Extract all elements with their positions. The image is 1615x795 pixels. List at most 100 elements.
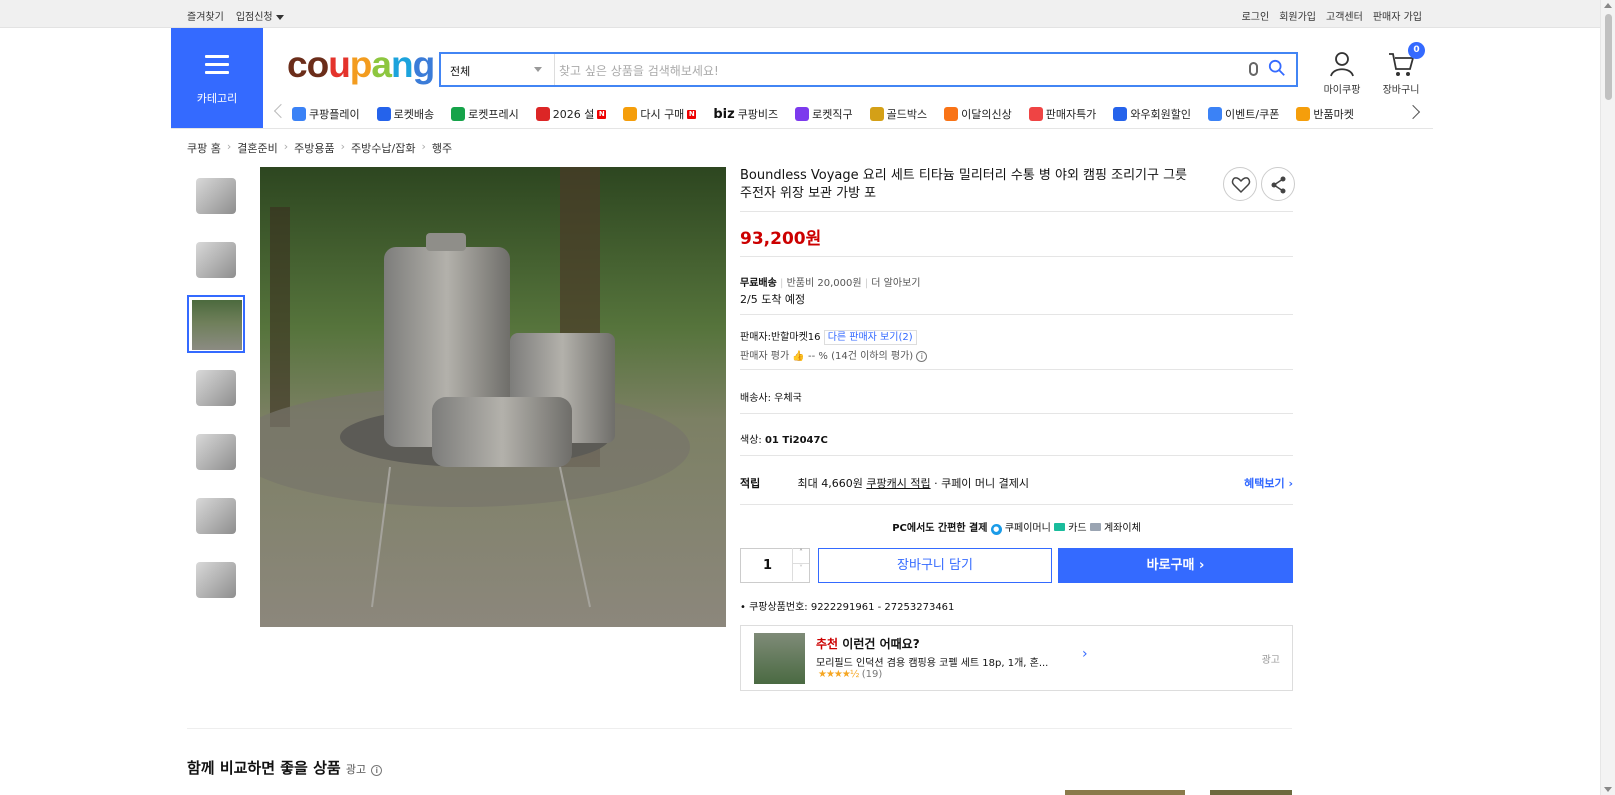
nav-item[interactable]: 로켓프레시 — [451, 106, 519, 122]
seller-signup-link[interactable]: 판매자 가입 — [1373, 8, 1422, 23]
share-button[interactable] — [1261, 167, 1295, 201]
header-divider — [171, 128, 1433, 129]
reward-row: 적립 최대 4,660원 쿠팡캐시 적립 · 쿠페이 머니 결제시 혜택보기 › — [740, 475, 1293, 491]
chevron-right-icon[interactable]: › — [1082, 646, 1088, 662]
cart-label: 장바구니 — [1382, 85, 1420, 96]
easy-pay-row: PC에서도 간편한 결제 ● 쿠페이머니 카드 계좌이체 — [740, 519, 1293, 535]
my-coupang-button[interactable]: 마이쿠팡 — [1318, 50, 1366, 96]
learn-more-link[interactable]: 더 알아보기 — [871, 278, 920, 289]
nav-item[interactable]: 이벤트/쿠폰 — [1208, 106, 1279, 122]
carrier-label: 배송사: — [740, 393, 771, 404]
nav-item-label: 2026 설 — [552, 108, 595, 121]
nav-item[interactable]: 판매자특가 — [1028, 106, 1097, 122]
nav-item[interactable]: 이달의신상 — [944, 106, 1012, 122]
nav-prev-icon[interactable] — [273, 103, 289, 119]
breadcrumb: 쿠팡 홈 › 결혼준비 › 주방용품 › 주방수납/잡화 › 행주 — [187, 140, 452, 156]
product-thumbnail[interactable] — [187, 551, 245, 609]
quantity-down-icon[interactable]: ˅ — [793, 564, 809, 573]
microphone-icon[interactable] — [1249, 62, 1258, 76]
search-category-select[interactable]: 전체 — [441, 54, 555, 85]
seller-apply-link[interactable]: 입점신청 — [236, 8, 284, 23]
nav-item-label: 반품마켓 — [1313, 108, 1354, 121]
quantity-up-icon[interactable]: ˄ — [793, 548, 809, 564]
free-shipping-label: 무료배송 — [740, 278, 777, 289]
main-product-image[interactable] — [260, 167, 726, 627]
page-scrollbar[interactable] — [1600, 0, 1615, 795]
info-icon[interactable]: i — [916, 351, 928, 362]
scroll-up-icon[interactable] — [1604, 3, 1612, 8]
rocket-global-icon — [795, 107, 810, 121]
star-rating-icon: ★★★★½ — [818, 669, 860, 680]
play-icon — [292, 107, 306, 121]
dropdown-arrow-icon — [534, 67, 542, 72]
color-option[interactable]: 색상: 01 Ti2047C — [740, 431, 1293, 446]
breadcrumb-separator-icon: › — [340, 140, 346, 153]
scrollbar-thumb[interactable] — [1605, 14, 1612, 100]
scroll-down-icon[interactable] — [1604, 787, 1612, 792]
nav-item[interactable]: 쿠팡플레이 — [292, 106, 360, 122]
nav-item[interactable]: 골드박스 — [869, 106, 927, 122]
reward-amount: 최대 4,660원 — [797, 477, 863, 490]
pay-method-card: 카드 — [1068, 523, 1087, 534]
nav-item-label: 로켓배송 — [393, 108, 435, 121]
breadcrumb-item[interactable]: 쿠팡 홈 — [187, 140, 221, 156]
search-bar: 전체 찾고 싶은 상품을 검색해보세요! — [439, 52, 1298, 87]
other-sellers-link[interactable]: 다른 판매자 보기(2) — [823, 330, 917, 345]
home-icon — [623, 107, 638, 121]
signup-link[interactable]: 회원가입 — [1279, 8, 1316, 23]
top-utility-bar: 즐겨찾기 입점신청 로그인 회원가입 고객센터 판매자 가입 — [0, 0, 1600, 28]
nav-item[interactable]: 다시 구매 N — [623, 106, 697, 122]
recommend-box[interactable]: 추천 이런건 어때요? 모리필드 인덕션 겸용 캠핑용 코펠 세트 18p, 1… — [740, 625, 1293, 691]
divider — [740, 211, 1293, 212]
coupang-cash-link[interactable]: 쿠팡캐시 적립 — [866, 477, 930, 490]
product-thumbnail[interactable] — [187, 487, 245, 545]
product-thumbnail[interactable] — [187, 231, 245, 289]
seller-rating-label: 판매자 평가 — [740, 351, 790, 362]
seller-name[interactable]: 반할마켓16 — [771, 332, 821, 343]
nav-item[interactable]: 로켓배송 — [376, 106, 435, 122]
nav-item[interactable]: 2026 설N — [535, 106, 607, 122]
search-icon[interactable] — [1268, 59, 1286, 77]
nav-item[interactable]: 와우회원할인 — [1113, 106, 1191, 122]
hamburger-icon — [205, 55, 229, 75]
nav-item-label: 판매자특가 — [1045, 108, 1097, 121]
nav-item[interactable]: biz 쿠팡비즈 — [713, 106, 778, 122]
shipping-info: 무료배송 | 반품비 20,000원 | 더 알아보기 — [740, 278, 921, 289]
service-nav-items: 쿠팡플레이 로켓배송 로켓프레시 2026 설 N 다시 구매 N biz 쿠팡비즈 로켓직구 골드… — [292, 106, 1354, 122]
nav-item-label: 로켓프레시 — [468, 108, 519, 121]
product-thumbnail[interactable] — [187, 423, 245, 481]
add-to-cart-button[interactable]: 장바구니 담기 — [818, 548, 1052, 583]
product-thumbnail-selected[interactable] — [187, 295, 245, 353]
category-menu-button[interactable]: 카테고리 — [171, 28, 263, 128]
benefit-link[interactable]: 혜택보기 › — [1244, 475, 1293, 491]
info-icon[interactable]: i — [371, 765, 383, 776]
divider — [740, 413, 1293, 414]
coupay-icon: ● — [990, 524, 1002, 535]
breadcrumb-item[interactable]: 주방수납/잡화 — [351, 140, 415, 156]
nav-item[interactable]: 반품마켓 — [1296, 106, 1354, 122]
recommend-item[interactable]: 모리필드 인덕션 겸용 캠핑용 코펠 세트 18p, 1개, 혼... — [816, 654, 1048, 669]
search-input[interactable]: 찾고 싶은 상품을 검색해보세요! — [559, 62, 719, 79]
rocket-fresh-icon — [451, 107, 466, 121]
cookware-photo — [260, 167, 726, 627]
bookmark-link[interactable]: 즐겨찾기 — [187, 8, 224, 23]
customer-center-link[interactable]: 고객센터 — [1326, 8, 1363, 23]
wishlist-button[interactable] — [1223, 167, 1257, 201]
login-link[interactable]: 로그인 — [1242, 8, 1270, 23]
nav-item-label: 이달의신상 — [961, 108, 1012, 121]
coupang-logo[interactable]: coupang — [287, 44, 435, 86]
breadcrumb-item[interactable]: 주방용품 — [294, 140, 334, 156]
pay-method-coupay: 쿠페이머니 — [1004, 523, 1051, 534]
seller-rating-value: -- % (14건 이하의 평가) — [808, 351, 914, 362]
quantity-stepper[interactable]: ˄ ˅ — [792, 548, 809, 581]
breadcrumb-item[interactable]: 결혼준비 — [237, 140, 277, 156]
product-number: • 쿠팡상품번호: 9222291961 - 27253273461 — [740, 602, 955, 613]
product-thumbnail[interactable] — [187, 167, 245, 225]
product-thumbnail[interactable] — [187, 359, 245, 417]
nav-next-icon[interactable] — [1405, 104, 1421, 120]
nav-item[interactable]: 로켓직구 — [795, 106, 853, 122]
cart-button[interactable]: 0 장바구니 — [1378, 42, 1425, 96]
nav-item-label: 다시 구매 — [640, 108, 685, 121]
buy-now-button[interactable]: 바로구매 › — [1058, 548, 1293, 583]
breadcrumb-item[interactable]: 행주 — [432, 140, 452, 156]
